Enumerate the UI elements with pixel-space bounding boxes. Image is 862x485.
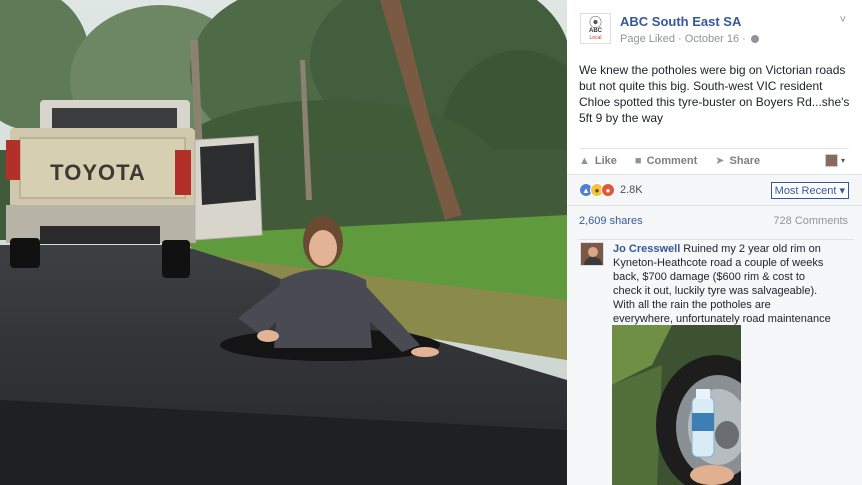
post-actions-bar: ▲ Like ■ Comment ➤ Share ▾ [579,148,849,172]
comment-button[interactable]: ■ Comment [635,155,697,167]
share-button[interactable]: ➤ Share [715,154,761,168]
post-date-link[interactable]: October 16 [685,33,739,45]
angry-reaction-icon: ● [601,183,615,197]
shares-comments-row: 2,609 shares 728 Comments [567,205,862,233]
avatar-face [588,247,598,257]
viewer-dropdown-icon: ▾ [840,156,845,165]
share-label: Share [729,154,761,167]
speech-bubble-icon: ■ [634,154,642,167]
photo-scene: TOYOTA [0,0,567,485]
share-arrow-icon: ➤ [715,155,725,167]
sort-label: Most Recent [774,185,837,197]
meta-separator-2: · [742,33,746,45]
viewer-avatar [824,154,838,167]
comment-label: Comment [646,154,698,167]
commenter-avatar[interactable] [580,242,604,266]
avatar-body [584,257,602,265]
page-name-link[interactable]: ABC South East SA [620,14,741,29]
tyre-photo [612,325,741,485]
globe-icon [750,35,759,43]
viewer-selector[interactable]: ▾ [824,154,845,167]
post-header: ⦿ ABC Local ABC South East SA Page Liked… [567,0,862,52]
post-body: We knew the potholes were big on Victori… [579,63,850,125]
post-meta: Page Liked · October 16 · [620,33,759,45]
thumbs-up-icon: ▲ [579,154,590,167]
comments-count-link[interactable]: 728 Comments [773,215,848,227]
comment-item: Jo Cresswell Ruined my 2 year old rim on … [579,239,854,339]
page-avatar[interactable]: ⦿ ABC Local [580,13,611,44]
like-button[interactable]: ▲ Like [579,155,617,167]
page-liked-status: Page Liked [620,33,676,45]
comment-sort-dropdown[interactable]: Most Recent ▾ [770,182,849,199]
truck-brand-text: TOYOTA [50,160,146,185]
like-label: Like [594,154,617,167]
page-avatar-line2: Local [589,34,602,41]
abc-logo-icon: ⦿ [588,14,602,30]
reaction-summary[interactable]: ▲ ● ● 2.8K [579,183,643,197]
post-panel: ⦿ ABC Local ABC South East SA Page Liked… [567,0,862,485]
comment-attached-photo[interactable] [612,325,741,485]
meta-separator: · [678,33,682,45]
comment-author-link[interactable]: Jo Cresswell [613,243,680,255]
feedback-area: ▲ ● ● 2.8K Most Recent ▾ 2,609 shares 72… [567,174,862,485]
shares-link[interactable]: 2,609 shares [579,215,643,227]
post-photo[interactable]: TOYOTA [0,0,567,485]
post-options-chevron-icon[interactable]: ˅ [840,14,846,26]
reaction-count: 2.8K [620,184,643,196]
page-avatar-line1: ABC [589,27,602,34]
sort-caret-icon: ▾ [839,185,845,197]
